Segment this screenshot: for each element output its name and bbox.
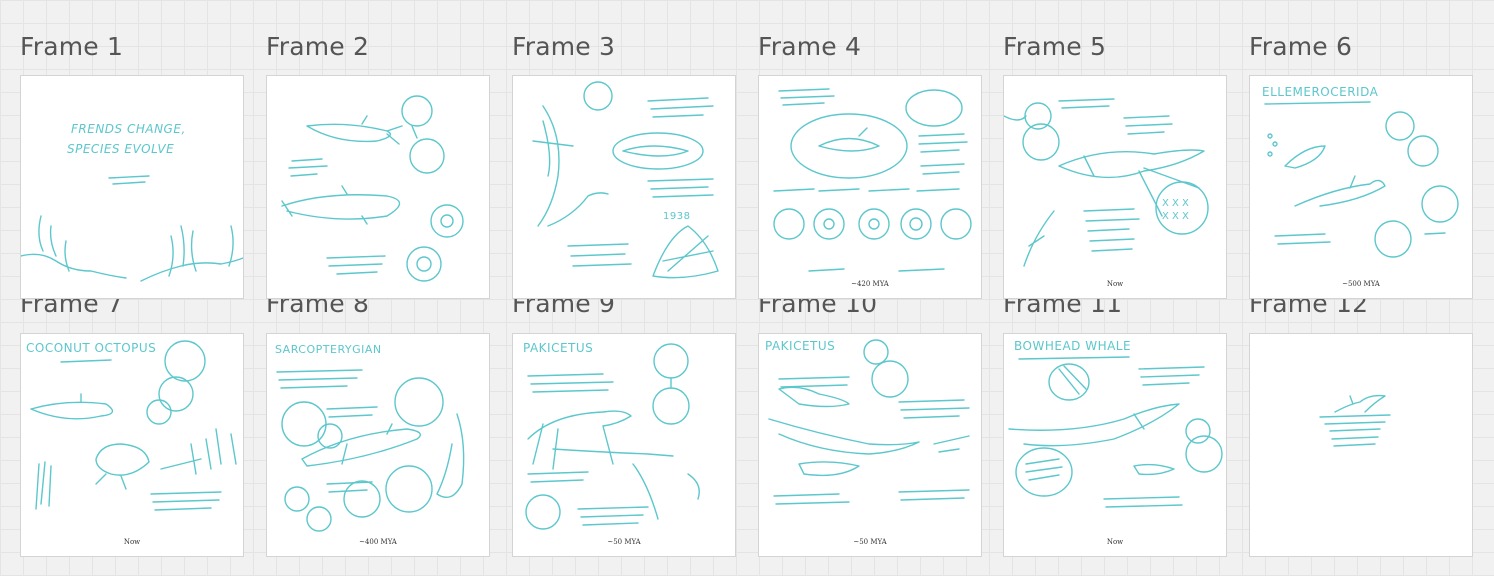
frame-6-sketch [1264,101,1459,258]
frame-9-caption: ~50 MYA [607,538,641,546]
frame-11-caption: Now [1106,538,1124,546]
frame-9[interactable]: PAKICETUS ~50 MYA [512,333,736,557]
frame-4-sketch [773,88,972,272]
frame-7[interactable]: COCONUT OCTOPUS Now [20,333,244,557]
frame-4-caption: ~420 MYA [851,280,889,288]
frame-5-caption: Now [1106,280,1124,288]
frame-2-sketch [281,95,464,282]
svg-text:X X X: X X X [1162,198,1189,209]
frame-10-sketch [768,339,970,505]
frame-4[interactable]: ~420 MYA [758,75,982,299]
frame-1-sketch [21,175,243,282]
frame-6[interactable]: ELLEMEROCERIDA ~500 MYA [1249,75,1473,299]
svg-text:X X X: X X X [1162,211,1189,222]
frame-3-label[interactable]: Frame 3 [512,32,615,61]
frame-9-sketch [525,343,700,530]
frame-8[interactable]: SARCOPTERYGIAN ~400 MYA [266,333,490,557]
frame-8-sketch [276,369,465,532]
frame-10[interactable]: PAKICETUS ~50 MYA [758,333,982,557]
frame-6-label[interactable]: Frame 6 [1249,32,1352,61]
frame-5[interactable]: X X X X X X Now [1003,75,1227,299]
frame-10-caption: ~50 MYA [853,538,887,546]
frame-5-sketch: X X X X X X [1004,98,1209,267]
frame-7-caption: Now [123,538,141,546]
frame-5-label[interactable]: Frame 5 [1003,32,1106,61]
frame-12[interactable] [1249,333,1473,557]
frame-4-label[interactable]: Frame 4 [758,32,861,61]
frame-8-caption: ~400 MYA [359,538,397,546]
frame-12-sketch [1319,394,1391,447]
frame-3[interactable]: 1938 [512,75,736,299]
frame-11[interactable]: BOWHEAD WHALE Now [1003,333,1227,557]
frame-2[interactable] [266,75,490,299]
frame-6-caption: ~500 MYA [1342,280,1380,288]
frame-1-label[interactable]: Frame 1 [20,32,123,61]
frame-11-sketch [1008,356,1223,508]
frame-3-sketch [532,81,719,279]
frame-1[interactable]: FRENDS CHANGE, SPECIES EVOLVE [20,75,244,299]
frame-7-sketch [30,340,237,511]
frame-2-label[interactable]: Frame 2 [266,32,369,61]
